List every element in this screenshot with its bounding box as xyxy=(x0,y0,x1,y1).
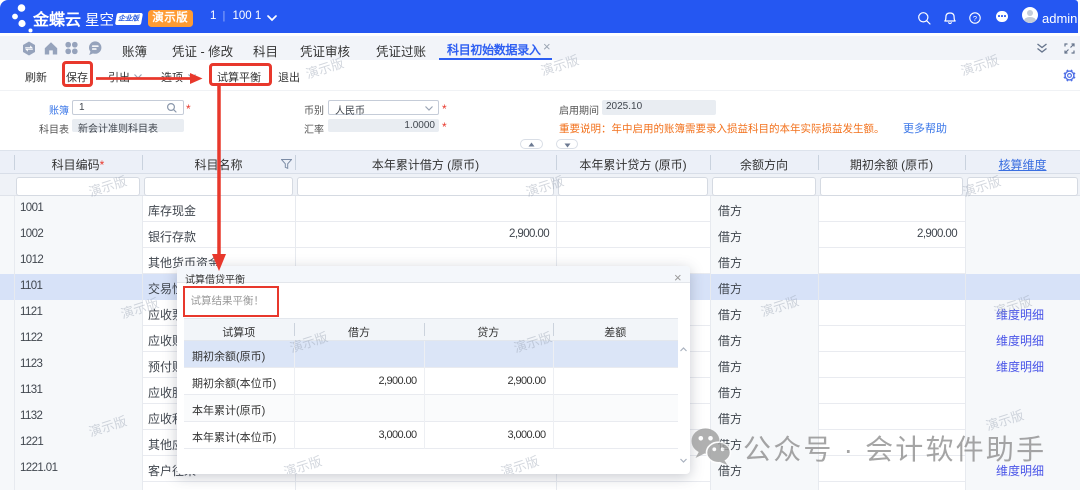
svg-text:?: ? xyxy=(973,13,977,22)
